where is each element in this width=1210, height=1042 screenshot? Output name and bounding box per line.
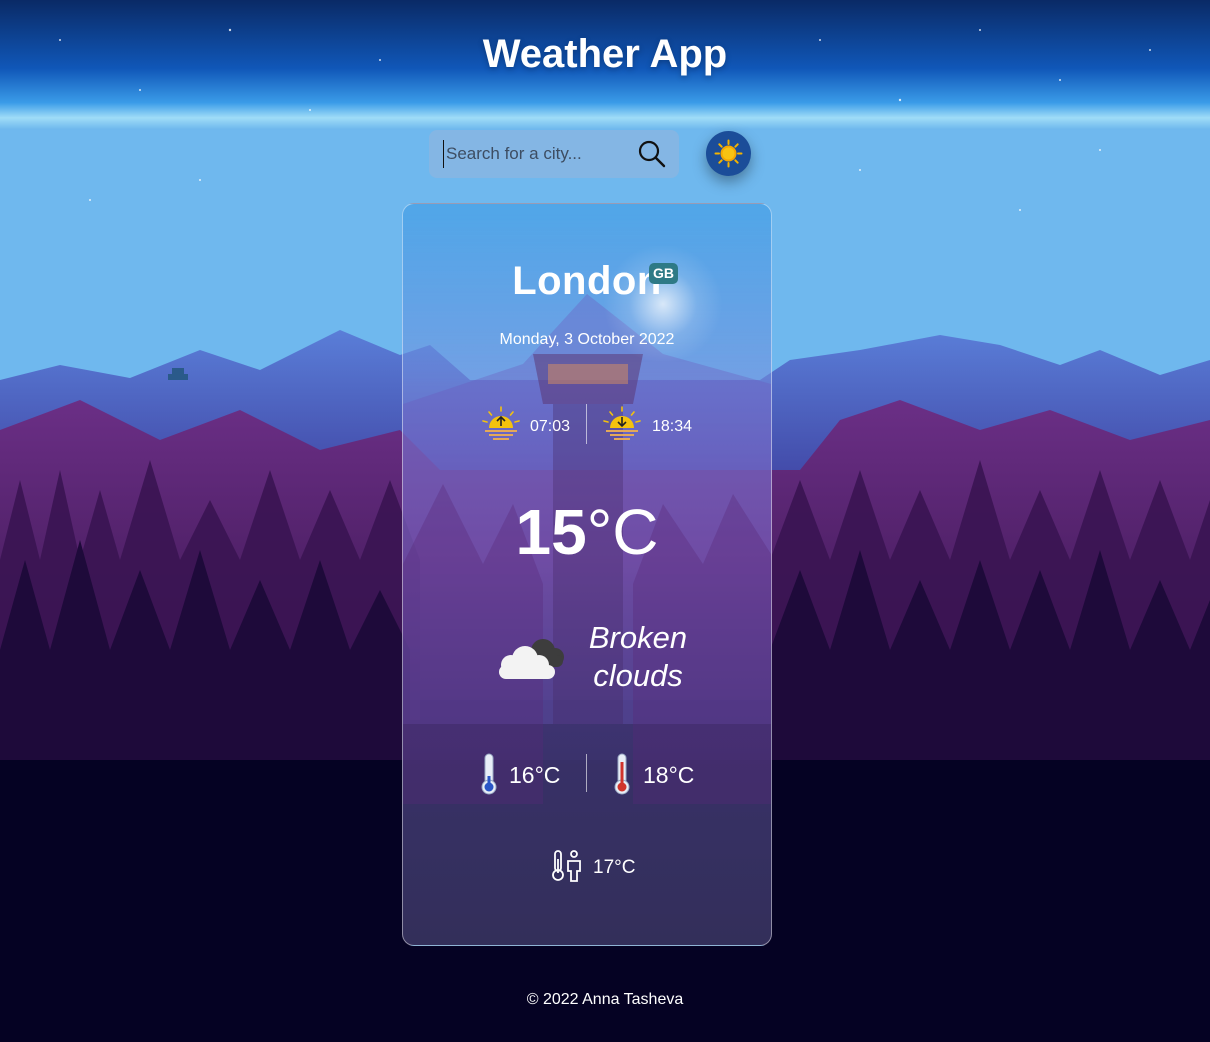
max-temperature: 18°C <box>643 762 695 788</box>
broken-clouds-icon <box>499 639 564 679</box>
min-max-temperature: 16°C 18°C <box>403 752 771 797</box>
search-bar <box>429 130 679 178</box>
temperature-unit: °C <box>586 496 659 568</box>
sun-times: 07:03 18:34 <box>403 404 771 446</box>
max-thermometer-icon <box>614 753 630 795</box>
sunrise-time: 07:03 <box>530 418 571 435</box>
location-header: London GB <box>403 259 771 304</box>
divider <box>586 404 587 444</box>
min-temperature: 16°C <box>509 762 561 788</box>
sunrise-icon <box>482 406 520 440</box>
search-button[interactable] <box>637 139 667 169</box>
temperature-value: 15 <box>515 496 587 568</box>
condition-description: Broken clouds <box>573 619 703 695</box>
search-icon <box>638 140 666 168</box>
feels-like-temperature: 17°C <box>593 857 636 878</box>
app-title: Weather App <box>482 32 728 76</box>
condition-line-2: clouds <box>593 658 683 693</box>
sunset-time: 18:34 <box>652 418 693 435</box>
condition-line-1: Broken <box>588 620 688 655</box>
theme-toggle-button[interactable] <box>706 131 751 176</box>
city-name: London <box>512 259 662 303</box>
search-input[interactable] <box>443 140 626 168</box>
feels-like-icon <box>552 850 581 882</box>
weather-card: London GB Monday, 3 October 2022 07:03 1… <box>402 203 772 946</box>
current-temperature: 15°C <box>403 497 771 567</box>
sunset-icon <box>603 406 641 440</box>
divider <box>586 754 587 792</box>
date-label: Monday, 3 October 2022 <box>499 331 675 348</box>
feels-like: 17°C <box>403 847 771 887</box>
country-badge: GB <box>649 263 678 284</box>
sun-icon <box>714 139 743 168</box>
footer-copyright: © 2022 Anna Tasheva <box>526 991 684 1008</box>
weather-condition: Broken clouds <box>403 619 771 709</box>
min-thermometer-icon <box>481 753 497 795</box>
